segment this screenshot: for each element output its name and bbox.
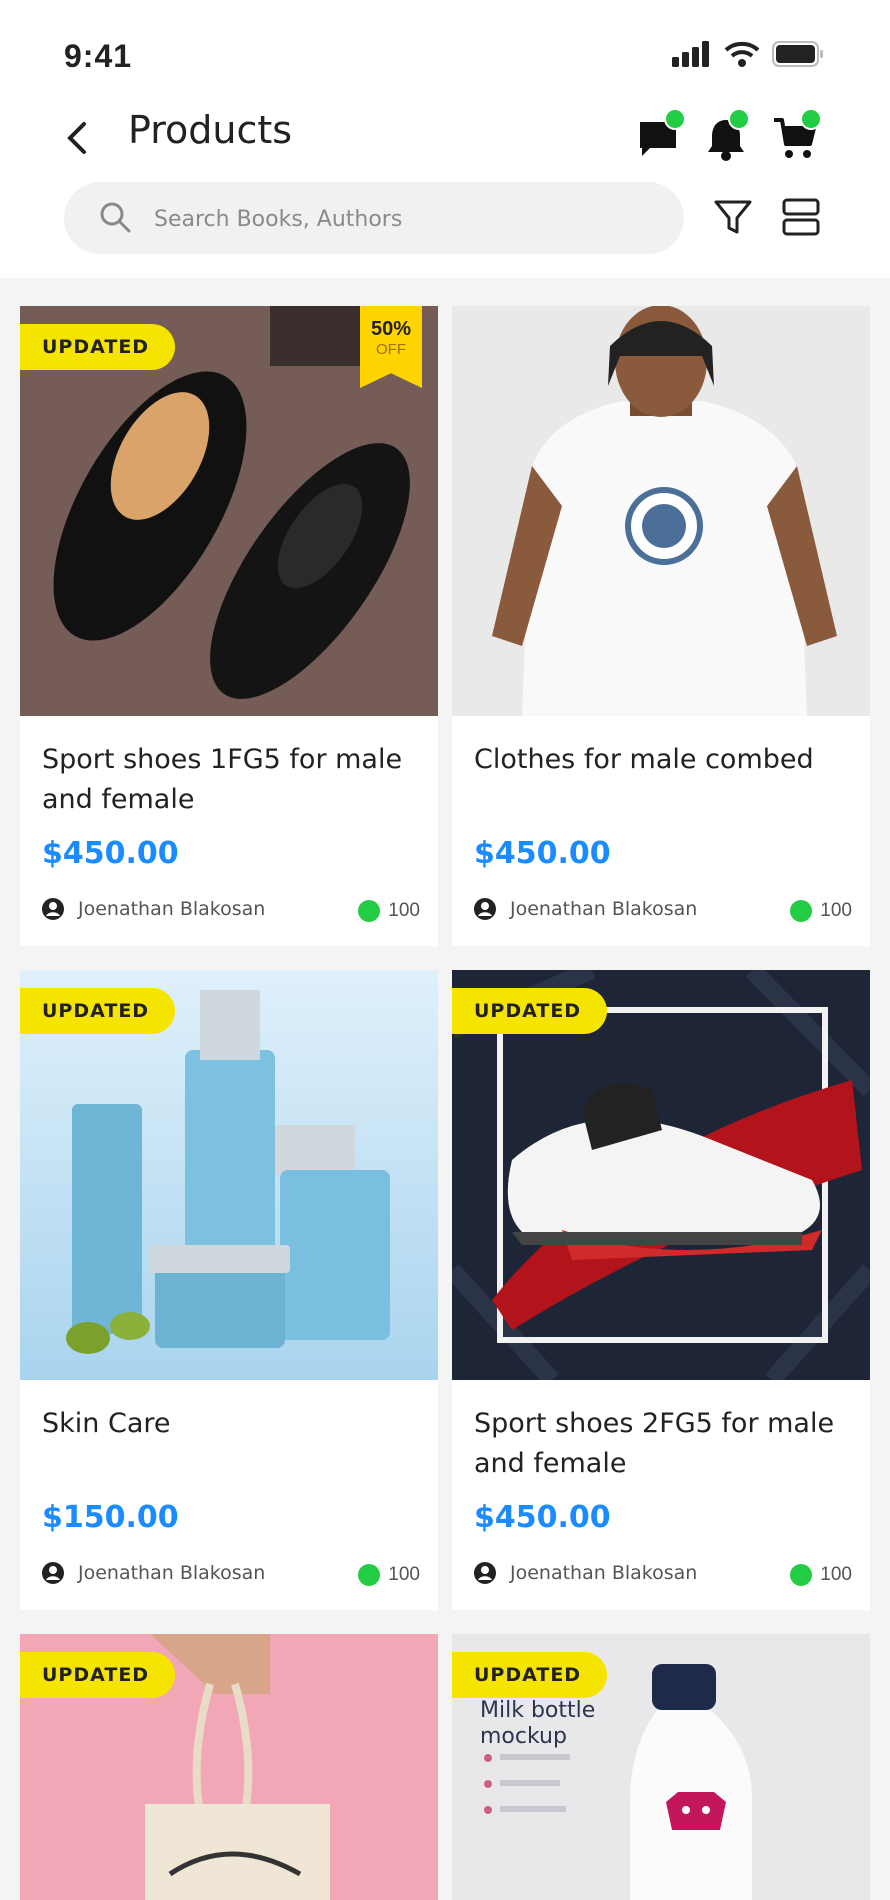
tshirt-image [452,306,870,716]
seller-name: Joenathan Blakosan [510,1562,698,1584]
search-input[interactable] [152,182,656,256]
product-price: $450.00 [474,836,611,871]
stock-info: 100 [790,900,852,922]
product-image: UPDATED [452,970,870,1380]
stock-count: 100 [388,900,420,921]
product-card[interactable]: Milk bottle mockup UPDATED [452,1634,870,1900]
discount-percent: 50% [370,318,412,340]
product-card[interactable]: UPDATED Skin Care $150.00 Joenathan Blak… [20,970,438,1610]
status-bar: 9:41 [0,0,890,110]
user-icon [474,898,496,920]
seller-info: Joenathan Blakosan [474,898,697,920]
milk-mockup-title1: Milk bottle [480,1698,596,1723]
wifi-icon [724,41,760,67]
search-bar[interactable] [64,182,684,256]
stock-info: 100 [358,900,420,922]
user-icon [42,898,64,920]
updated-badge: UPDATED [20,988,176,1034]
seller-info: Joenathan Blakosan [42,898,265,920]
product-image: UPDATED [20,970,438,1380]
product-image: Milk bottle mockup UPDATED [452,1634,870,1900]
battery-icon [772,41,823,67]
seller-name: Joenathan Blakosan [510,898,698,920]
product-price: $450.00 [474,1500,611,1535]
cart-button[interactable] [772,108,824,160]
stock-dot [790,900,813,922]
app-header: Products [0,100,890,180]
stock-dot [358,1564,381,1586]
signal-icon [672,41,709,67]
product-image: UPDATED [20,1634,438,1900]
phone-screen: 9:41 Products Search Books, Authors UPDA… [0,0,890,1900]
product-price: $150.00 [42,1500,179,1535]
product-card[interactable]: UPDATED Sport shoes 2FG5 for male and fe… [452,970,870,1610]
stock-dot [790,1564,813,1586]
chat-notification-dot [664,108,686,130]
stock-info: 100 [790,1564,852,1586]
bell-notification-dot [728,108,750,130]
product-name: Sport shoes 1FG5 for male and female [42,744,403,815]
notifications-button[interactable] [702,108,754,161]
filter-icon[interactable] [708,192,758,242]
status-time: 9:41 [64,38,133,74]
stock-count: 100 [820,1564,852,1585]
search-icon [100,202,131,233]
discount-label: OFF [376,341,406,358]
updated-badge: UPDATED [20,1652,176,1698]
updated-badge: UPDATED [452,988,608,1034]
product-name: Sport shoes 2FG5 for male and female [474,1408,835,1479]
search-row [0,182,890,258]
product-card[interactable]: UPDATED [20,1634,438,1900]
chat-button[interactable] [634,108,686,160]
stock-count: 100 [820,900,852,921]
milk-mockup-title2: mockup [480,1724,567,1749]
stock-dot [358,900,381,922]
user-icon [474,1562,496,1584]
milk-mockup-text: Milk bottle mockup [480,1698,595,1750]
layout-toggle-icon[interactable] [776,192,826,242]
seller-name: Joenathan Blakosan [78,898,266,920]
seller-info: Joenathan Blakosan [474,1562,697,1584]
stock-info: 100 [358,1564,420,1586]
product-grid: UPDATED 50% OFF Sport shoes 1FG5 for mal… [0,278,890,1900]
product-image [452,306,870,716]
cart-notification-dot [800,108,822,130]
product-name: Clothes for male combed [474,744,814,775]
user-icon [42,1562,64,1584]
updated-badge: UPDATED [452,1652,608,1698]
seller-info: Joenathan Blakosan [42,1562,265,1584]
product-name: Skin Care [42,1408,171,1439]
updated-badge: UPDATED [20,324,176,370]
seller-name: Joenathan Blakosan [78,1562,266,1584]
status-icons [672,40,824,68]
page-title: Products [128,108,293,152]
product-card[interactable]: UPDATED 50% OFF Sport shoes 1FG5 for mal… [20,306,438,946]
product-price: $450.00 [42,836,179,871]
product-card[interactable]: Clothes for male combed $450.00 Joenatha… [452,306,870,946]
product-image: UPDATED 50% OFF [20,306,438,716]
back-icon[interactable] [58,118,98,158]
stock-count: 100 [388,1564,420,1585]
